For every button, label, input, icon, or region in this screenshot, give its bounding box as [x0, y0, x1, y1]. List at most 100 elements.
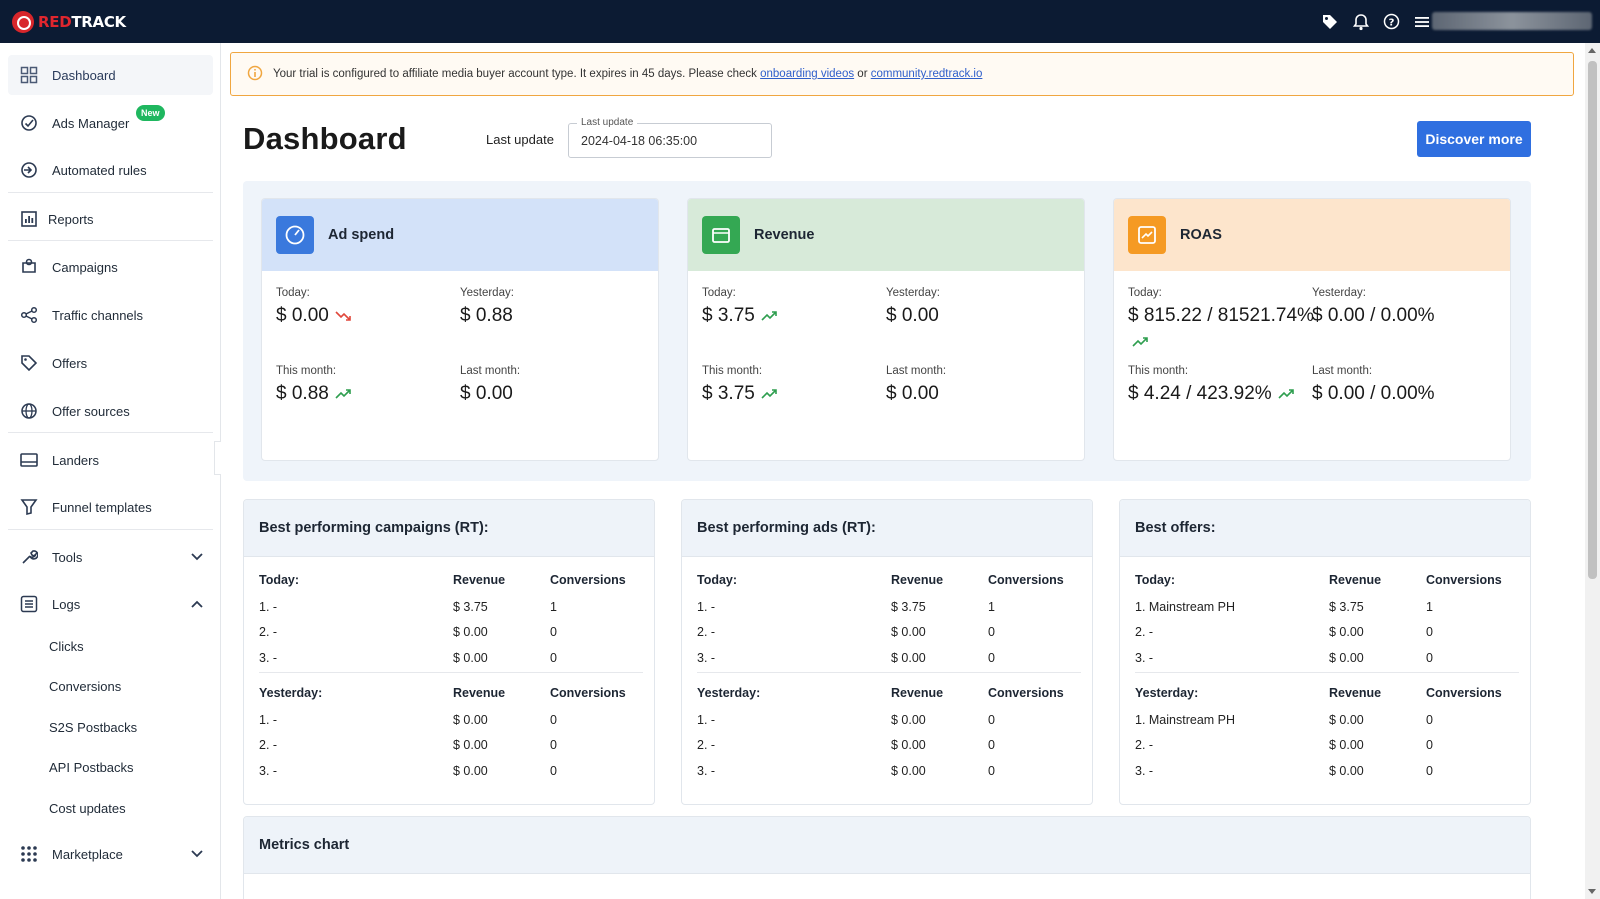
metric-this-month: This month: $ 4.24 / 423.92%	[1128, 365, 1296, 405]
panel-title: Best offers:	[1120, 500, 1530, 557]
card-title: Revenue	[754, 227, 815, 243]
sidebar-item-campaigns[interactable]: Campaigns	[8, 247, 213, 287]
sidebar-item-reports[interactable]: Reports	[8, 199, 213, 239]
table-row[interactable]: 1. - $ 3.75 1	[259, 600, 643, 616]
menu-icon[interactable]	[1414, 15, 1430, 29]
sidebar-item-label: Campaigns	[52, 259, 118, 275]
redtrack-logo[interactable]: REDTRACK	[12, 10, 126, 33]
sidebar-item-label: Marketplace	[52, 846, 123, 862]
dashboard-icon	[18, 64, 40, 86]
sidebar-subitem-clicks[interactable]: Clicks	[49, 639, 84, 654]
sidebar-item-label: Funnel templates	[52, 499, 152, 515]
sidebar-item-ads-manager[interactable]: Ads Manager New	[8, 103, 213, 143]
table-divider	[259, 672, 643, 673]
table-row[interactable]: 2. - $ 0.00 0	[1135, 625, 1519, 641]
table-row[interactable]: 3. - $ 0.00 0	[259, 651, 643, 667]
alert-text: Your trial is configured to affiliate me…	[273, 68, 761, 80]
metric-last-month: Last month: $ 0.00 / 0.00%	[1312, 365, 1435, 404]
table-row[interactable]: 2. - $ 0.00 0	[259, 625, 643, 641]
sidebar-subitem-api-postbacks[interactable]: API Postbacks	[49, 760, 134, 775]
metric-yesterday: Yesterday: $ 0.88	[460, 287, 514, 326]
offers-icon	[18, 352, 40, 374]
sidebar-subitem-conversions[interactable]: Conversions	[49, 679, 121, 694]
table-row[interactable]: 2. - $ 0.00 0	[697, 625, 1081, 641]
table-row[interactable]: 3. - $ 0.00 0	[1135, 651, 1519, 667]
table-divider	[697, 672, 1081, 673]
scroll-up-arrow[interactable]	[1588, 48, 1596, 53]
onboarding-videos-link[interactable]: onboarding videos	[760, 68, 854, 80]
last-update-field-label: Last update	[577, 117, 638, 128]
best-campaigns-panel: Best performing campaigns (RT): Today: Re…	[243, 499, 655, 805]
traffic-channels-icon	[18, 304, 40, 326]
marketplace-icon	[18, 843, 40, 865]
metric-yesterday: Yesterday: $ 0.00	[886, 287, 940, 326]
table-divider	[1135, 672, 1519, 673]
table-header: Yesterday: Revenue Conversions	[1135, 686, 1502, 700]
reports-icon	[18, 208, 40, 230]
sidebar-divider	[8, 240, 213, 241]
logo-text: REDTRACK	[38, 12, 126, 31]
card-header: Ad spend	[262, 199, 658, 271]
sidebar-item-tools[interactable]: Tools	[8, 537, 213, 577]
sidebar-item-automated-rules[interactable]: Automated rules	[8, 150, 213, 190]
landers-icon	[18, 449, 40, 471]
table-row[interactable]: 3. - $ 0.00 0	[259, 764, 643, 780]
automated-rules-icon	[18, 159, 40, 181]
scroll-thumb[interactable]	[1588, 61, 1597, 579]
table-row[interactable]: 1. - $ 0.00 0	[259, 713, 643, 729]
table-row[interactable]: 1. - $ 3.75 1	[697, 600, 1081, 616]
community-link[interactable]: community.redtrack.io	[871, 68, 983, 80]
sidebar-item-label: Reports	[48, 211, 94, 227]
sidebar-item-landers[interactable]: Landers	[8, 440, 213, 480]
chevron-down-icon[interactable]	[191, 549, 203, 564]
top-bar: REDTRACK ?	[0, 0, 1600, 43]
svg-text:?: ?	[1389, 18, 1395, 29]
sidebar-item-offer-sources[interactable]: Offer sources	[8, 391, 213, 431]
table-row[interactable]: 3. - $ 0.00 0	[697, 651, 1081, 667]
table-row[interactable]: 3. - $ 0.00 0	[1135, 764, 1519, 780]
help-icon[interactable]: ?	[1383, 13, 1400, 30]
table-row[interactable]: 3. - $ 0.00 0	[697, 764, 1081, 780]
user-account-menu[interactable]	[1432, 12, 1592, 30]
table-row[interactable]: 1. Mainstream PH $ 3.75 1	[1135, 600, 1519, 616]
table-row[interactable]: 1. Mainstream PH $ 0.00 0	[1135, 713, 1519, 729]
trend-up-icon	[1278, 389, 1294, 399]
trend-down-icon	[335, 311, 351, 321]
sidebar-subitem-s2s-postbacks[interactable]: S2S Postbacks	[49, 720, 137, 735]
chevron-down-icon[interactable]	[191, 846, 203, 861]
sidebar-item-marketplace[interactable]: Marketplace	[8, 834, 213, 874]
chevron-up-icon[interactable]	[191, 596, 203, 611]
logo-mark-icon	[12, 10, 34, 33]
sidebar-item-label: Offer sources	[52, 403, 130, 419]
best-offers-panel: Best offers: Today: Revenue Conversions 1.…	[1119, 499, 1531, 805]
last-update-field-value: 2024-04-18 06:35:00	[581, 134, 698, 148]
sidebar-item-label: Landers	[52, 452, 99, 468]
sidebar-subitem-cost-updates[interactable]: Cost updates	[49, 801, 126, 816]
table-row[interactable]: 2. - $ 0.00 0	[259, 738, 643, 754]
info-icon	[247, 65, 263, 84]
last-update-field[interactable]: Last update 2024-04-18 06:35:00	[568, 117, 772, 158]
sidebar-item-traffic-channels[interactable]: Traffic channels	[8, 295, 213, 335]
sidebar-divider	[8, 529, 213, 530]
page-scrollbar[interactable]	[1585, 43, 1600, 899]
sidebar-item-dashboard[interactable]: Dashboard	[8, 55, 213, 95]
page-title: Dashboard	[243, 121, 407, 156]
sidebar-item-label: Tools	[52, 549, 83, 565]
metric-yesterday: Yesterday: $ 0.00 / 0.00%	[1312, 287, 1435, 326]
metric-last-month: Last month: $ 0.00	[886, 365, 947, 404]
table-header: Yesterday: Revenue Conversions	[259, 686, 626, 700]
sidebar-item-funnel-templates[interactable]: Funnel templates	[8, 487, 213, 527]
card-header: Revenue	[688, 199, 1084, 271]
discover-more-button[interactable]: Discover more	[1417, 121, 1531, 157]
table-row[interactable]: 2. - $ 0.00 0	[697, 738, 1081, 754]
sidebar-item-logs[interactable]: Logs	[8, 584, 213, 624]
scroll-down-arrow[interactable]	[1588, 889, 1596, 894]
tag-icon[interactable]	[1321, 13, 1339, 31]
panel-title: Best performing campaigns (RT):	[244, 500, 654, 557]
best-ads-panel: Best performing ads (RT): Today: Revenue C…	[681, 499, 1093, 805]
sidebar-item-offers[interactable]: Offers	[8, 343, 213, 383]
bell-icon[interactable]	[1353, 13, 1369, 31]
wallet-icon	[702, 216, 740, 254]
table-row[interactable]: 1. - $ 0.00 0	[697, 713, 1081, 729]
table-row[interactable]: 2. - $ 0.00 0	[1135, 738, 1519, 754]
